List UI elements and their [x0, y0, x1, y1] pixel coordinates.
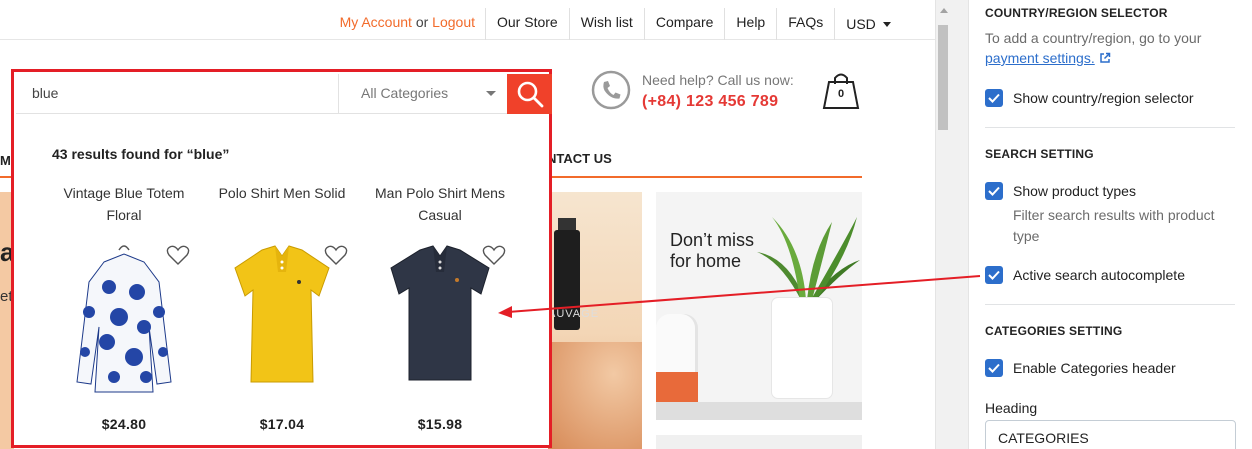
copper-plate	[548, 342, 642, 449]
categories-header-checkbox[interactable]	[985, 359, 1003, 377]
search-dropdown: blue All Categories 43 results found for…	[11, 69, 552, 448]
lower-banner[interactable]	[656, 435, 862, 449]
home-banner[interactable]: Don’t miss for home	[656, 192, 862, 420]
top-bar: My Account or Logout Our Store Wish list…	[0, 0, 935, 40]
cart-count: 0	[837, 88, 845, 100]
home-banner-title: Don’t miss for home	[670, 230, 755, 271]
bottle-label: AUVAGE	[548, 308, 600, 320]
country-help-text: To add a country/region, go to your paym…	[985, 30, 1202, 66]
cart-button[interactable]: 0	[820, 70, 862, 112]
nav-item-partial[interactable]: M	[0, 153, 11, 168]
autocomplete-checkbox[interactable]	[985, 266, 1003, 284]
compare-link[interactable]: Compare	[643, 8, 725, 40]
heading-field-label: Heading	[985, 400, 1038, 416]
product-price: $24.80	[101, 416, 147, 432]
search-section-title: SEARCH SETTING	[985, 147, 1094, 161]
category-select[interactable]: All Categories	[338, 74, 507, 114]
product-name[interactable]: Vintage Blue Totem Floral	[49, 182, 199, 226]
my-account-link[interactable]: My Account	[340, 14, 412, 30]
help-phone[interactable]: (+84) 123 456 789	[642, 93, 778, 111]
store-scrollbar[interactable]	[935, 0, 950, 449]
product-card[interactable]: Polo Shirt Men Solid $17.04	[207, 182, 357, 442]
wish-list-link[interactable]: Wish list	[568, 8, 644, 40]
account-links: My Account or Logout	[340, 0, 475, 40]
country-selector-label: Show country/region selector	[1013, 90, 1194, 106]
help-question: Need help? Call us now:	[642, 72, 794, 88]
perfume-banner[interactable]: AUVAGE	[548, 192, 642, 449]
search-input[interactable]: blue	[32, 85, 58, 101]
product-card[interactable]: Man Polo Shirt Mens Casual $15.98	[365, 182, 515, 442]
product-card[interactable]: Vintage Blue Totem Floral $24.80	[49, 182, 199, 442]
country-selector-checkbox[interactable]	[985, 89, 1003, 107]
product-name[interactable]: Polo Shirt Men Solid	[207, 182, 357, 204]
heart-icon[interactable]	[482, 244, 506, 266]
product-price: $17.04	[259, 416, 305, 432]
results-heading: 43 results found for “blue”	[52, 146, 230, 162]
search-button[interactable]	[507, 74, 552, 114]
nav-item-contact[interactable]: NTACT US	[547, 151, 612, 166]
screenshot-root: My Account or Logout Our Store Wish list…	[0, 0, 1252, 449]
checkmark-icon	[988, 93, 1000, 103]
search-icon	[517, 81, 543, 108]
shelf	[656, 402, 862, 420]
checkmark-icon	[988, 363, 1000, 373]
chevron-down-icon	[882, 21, 891, 27]
perfume-bottle: AUVAGE	[548, 230, 598, 330]
checkmark-icon	[988, 186, 1000, 196]
help-contact: Need help? Call us now: (+84) 123 456 78…	[591, 70, 794, 114]
chevron-down-icon	[486, 91, 496, 96]
heart-icon[interactable]	[324, 244, 348, 266]
categories-header-label: Enable Categories header	[1013, 360, 1176, 376]
section-divider	[985, 127, 1235, 128]
or-text: or	[415, 14, 429, 30]
plant-image	[757, 217, 860, 302]
heart-icon[interactable]	[166, 244, 190, 266]
categories-header-checkbox-row[interactable]: Enable Categories header	[985, 359, 1176, 377]
product-types-label: Show product types	[1013, 183, 1136, 199]
settings-panel: COUNTRY/REGION SELECTOR To add a country…	[968, 0, 1252, 449]
currency-label: USD	[846, 16, 876, 32]
autocomplete-checkbox-row[interactable]: Active search autocomplete	[985, 266, 1185, 284]
product-types-checkbox-row[interactable]: Show product types	[985, 182, 1136, 200]
external-link-icon[interactable]	[1099, 52, 1111, 64]
product-price: $15.98	[417, 416, 463, 432]
search-bar: blue All Categories	[16, 74, 552, 114]
store-preview: My Account or Logout Our Store Wish list…	[0, 0, 935, 449]
scrollbar-thumb[interactable]	[938, 25, 948, 130]
our-store-link[interactable]: Our Store	[485, 8, 569, 40]
phone-icon	[591, 70, 631, 110]
product-name[interactable]: Man Polo Shirt Mens Casual	[365, 182, 515, 226]
country-selector-checkbox-row[interactable]: Show country/region selector	[985, 89, 1194, 107]
logout-link[interactable]: Logout	[432, 14, 475, 30]
autocomplete-label: Active search autocomplete	[1013, 267, 1185, 283]
top-links: Our Store Wish list Compare Help FAQs US…	[485, 8, 903, 40]
currency-selector[interactable]: USD	[834, 8, 903, 40]
vase	[772, 298, 832, 398]
country-section-title: COUNTRY/REGION SELECTOR	[985, 6, 1168, 20]
faqs-link[interactable]: FAQs	[776, 8, 834, 40]
categories-section-title: CATEGORIES SETTING	[985, 324, 1123, 338]
payment-settings-link[interactable]: payment settings.	[985, 50, 1095, 66]
product-types-help: Filter search results with product type	[1013, 207, 1215, 244]
help-link[interactable]: Help	[724, 8, 776, 40]
scroll-up-icon[interactable]	[940, 8, 948, 13]
checkmark-icon	[988, 270, 1000, 280]
section-divider	[985, 304, 1235, 305]
heading-field[interactable]	[985, 420, 1236, 449]
category-select-label: All Categories	[361, 85, 449, 101]
product-types-checkbox[interactable]	[985, 182, 1003, 200]
